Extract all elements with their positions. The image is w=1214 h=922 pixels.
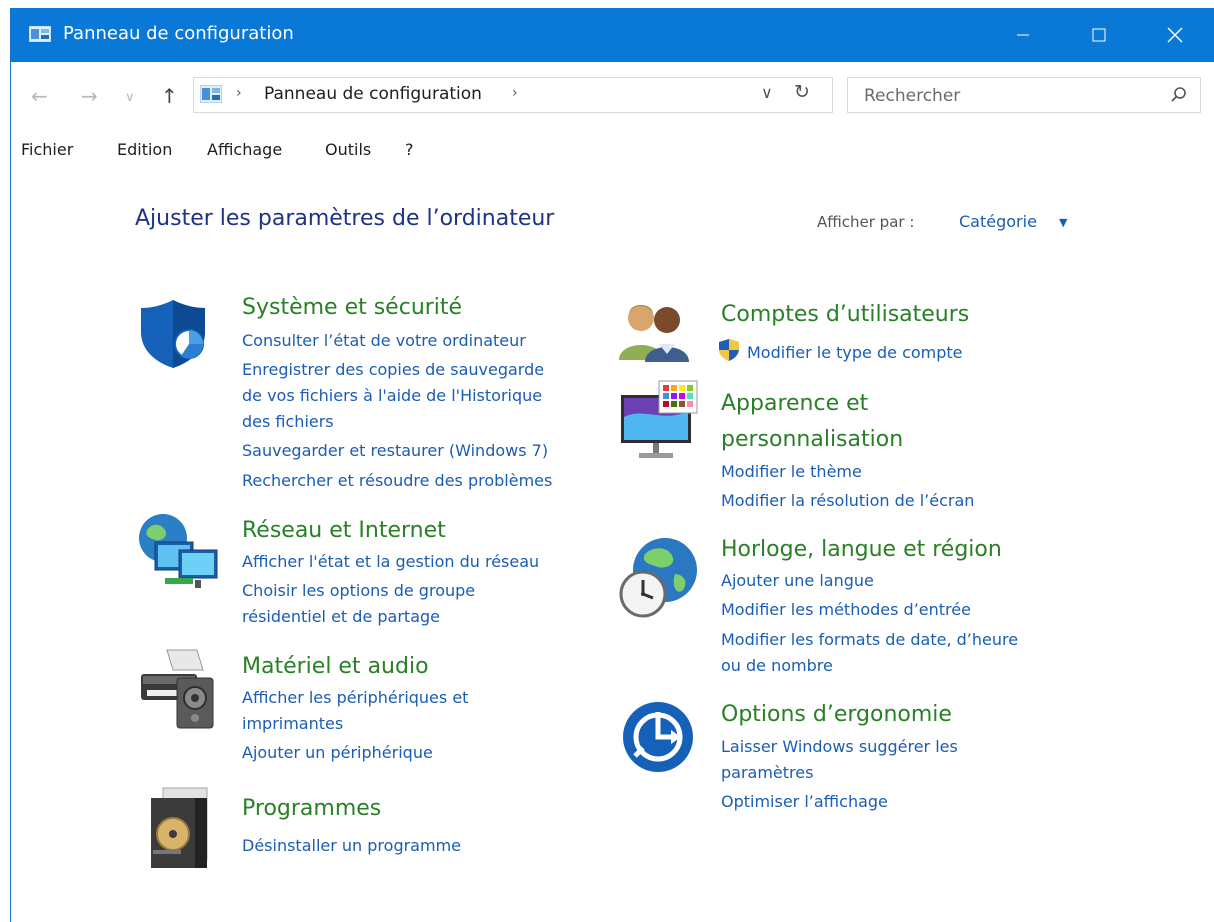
link-homegroup-options[interactable]: résidentiel et de partage (242, 604, 440, 630)
link-save-backup-copies[interactable]: de vos fichiers à l'aide de l'Historique (242, 383, 542, 409)
address-bar[interactable]: › Panneau de configuration › ∨ ↻ (193, 77, 833, 113)
link-add-device[interactable]: Ajouter un périphérique (242, 740, 433, 766)
link-input-methods[interactable]: Modifier les méthodes d’entrée (721, 597, 971, 623)
minimize-icon (1017, 34, 1029, 36)
link-save-backup-copies[interactable]: Enregistrer des copies de sauvegarde (242, 357, 544, 383)
recent-locations-chevron-icon[interactable]: ∨ (125, 90, 135, 105)
category-ease-of-access[interactable]: Options d’ergonomie (721, 697, 952, 733)
link-troubleshoot[interactable]: Rechercher et résoudre des problèmes (242, 468, 552, 494)
main-content: Ajuster les paramètres de l’ordinateur A… (11, 172, 1214, 922)
search-box[interactable] (847, 77, 1201, 113)
close-icon (1167, 27, 1183, 43)
link-change-account-type[interactable]: Modifier le type de compte (747, 340, 963, 366)
breadcrumb[interactable]: Panneau de configuration (264, 84, 482, 104)
clock-globe-icon[interactable] (615, 534, 701, 624)
menu-bar: Fichier Edition Affichage Outils ? (11, 136, 1214, 172)
category-appearance[interactable]: personnalisation (721, 422, 903, 458)
control-panel-window: Panneau de configuration ← → ∨ ↑ › Panne… (10, 8, 1214, 922)
dropdown-arrow-icon[interactable]: ▼ (1059, 216, 1067, 229)
link-date-time-formats[interactable]: Modifier les formats de date, d’heure (721, 627, 1018, 653)
refresh-icon[interactable]: ↻ (794, 81, 810, 103)
uac-shield-icon (717, 338, 741, 366)
menu-view[interactable]: Affichage (207, 140, 282, 159)
link-change-resolution[interactable]: Modifier la résolution de l’écran (721, 488, 974, 514)
link-uninstall-program[interactable]: Désinstaller un programme (242, 833, 461, 859)
category-system-security[interactable]: Système et sécurité (242, 290, 462, 326)
address-toolbar: ← → ∨ ↑ › Panneau de configuration › ∨ ↻ (11, 62, 1214, 136)
control-panel-icon (28, 25, 52, 46)
network-globe-icon[interactable] (135, 512, 221, 598)
maximize-button[interactable] (1065, 8, 1133, 62)
link-check-computer-status[interactable]: Consulter l’état de votre ordinateur (242, 328, 526, 354)
link-let-windows-suggest[interactable]: paramètres (721, 760, 813, 786)
forward-arrow-icon[interactable]: → (81, 84, 98, 108)
control-panel-icon (199, 84, 223, 107)
search-icon[interactable] (1170, 86, 1188, 108)
appearance-monitor-icon[interactable] (619, 377, 701, 471)
view-by-dropdown[interactable]: Catégorie (959, 212, 1037, 231)
security-shield-icon[interactable] (137, 298, 209, 374)
menu-file[interactable]: Fichier (21, 140, 73, 159)
search-input[interactable] (862, 83, 1146, 109)
link-save-backup-copies[interactable]: des fichiers (242, 409, 334, 435)
menu-edit[interactable]: Edition (117, 140, 172, 159)
close-button[interactable] (1141, 8, 1209, 62)
up-arrow-icon[interactable]: ↑ (161, 84, 178, 108)
page-title: Ajuster les paramètres de l’ordinateur (135, 206, 555, 231)
user-accounts-icon[interactable] (615, 298, 697, 368)
ease-of-access-icon[interactable] (621, 700, 695, 778)
link-add-language[interactable]: Ajouter une langue (721, 568, 874, 594)
window-title: Panneau de configuration (63, 23, 294, 44)
link-devices-printers[interactable]: Afficher les périphériques et (242, 685, 468, 711)
breadcrumb-separator-icon[interactable]: › (236, 85, 242, 101)
link-let-windows-suggest[interactable]: Laisser Windows suggérer les (721, 734, 958, 760)
link-network-status[interactable]: Afficher l'état et la gestion du réseau (242, 549, 539, 575)
link-homegroup-options[interactable]: Choisir les options de groupe (242, 578, 475, 604)
menu-help[interactable]: ? (405, 140, 414, 159)
category-programs[interactable]: Programmes (242, 791, 381, 827)
link-devices-printers[interactable]: imprimantes (242, 711, 343, 737)
link-date-time-formats[interactable]: ou de nombre (721, 653, 833, 679)
menu-tools[interactable]: Outils (325, 140, 371, 159)
link-change-theme[interactable]: Modifier le thème (721, 459, 862, 485)
breadcrumb-separator-icon[interactable]: › (512, 85, 518, 101)
category-clock-language-region[interactable]: Horloge, langue et région (721, 532, 1002, 568)
printer-speaker-icon[interactable] (137, 646, 221, 736)
title-bar[interactable]: Panneau de configuration (11, 8, 1214, 62)
programs-box-icon[interactable] (149, 786, 213, 874)
category-hardware-sound[interactable]: Matériel et audio (242, 649, 429, 685)
link-optimize-display[interactable]: Optimiser l’affichage (721, 789, 888, 815)
minimize-button[interactable] (989, 8, 1057, 62)
link-backup-restore[interactable]: Sauvegarder et restaurer (Windows 7) (242, 438, 548, 464)
category-user-accounts[interactable]: Comptes d’utilisateurs (721, 297, 969, 333)
category-appearance[interactable]: Apparence et (721, 386, 868, 422)
category-network-internet[interactable]: Réseau et Internet (242, 513, 446, 549)
address-dropdown-chevron-icon[interactable]: ∨ (761, 83, 773, 102)
maximize-icon (1092, 28, 1106, 42)
back-arrow-icon[interactable]: ← (31, 84, 48, 108)
view-by-label: Afficher par : (817, 213, 915, 231)
